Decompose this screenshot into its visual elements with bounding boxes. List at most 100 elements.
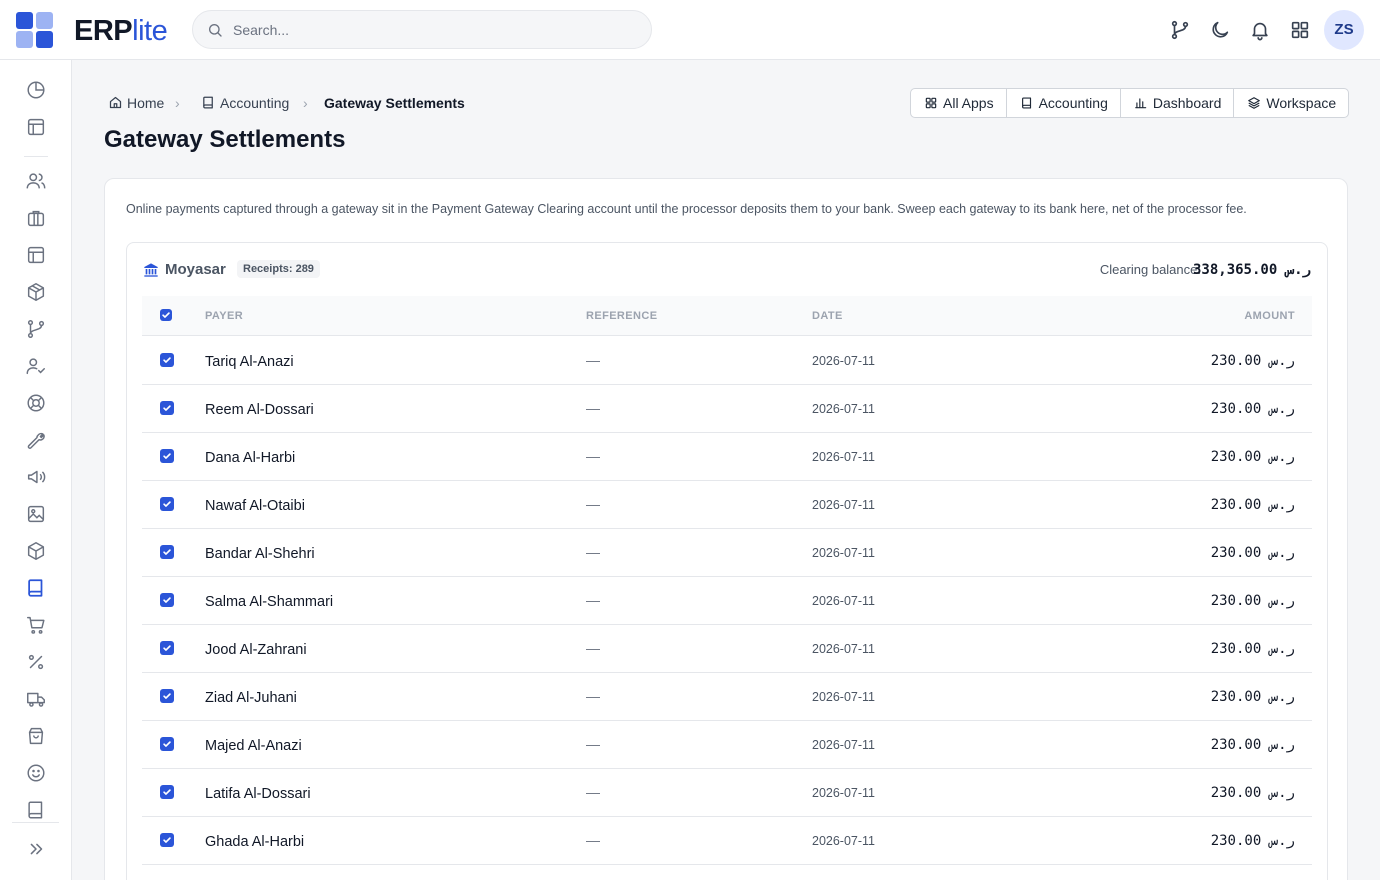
user-avatar[interactable]: ZS [1324,10,1364,50]
megaphone-icon[interactable] [25,466,47,488]
reference-cell: — [586,352,600,368]
payer-cell: Ziad Al-Juhani [205,690,297,706]
users-icon[interactable] [25,170,47,192]
smile-icon[interactable] [25,762,47,784]
box-icon[interactable] [25,540,47,562]
bell-icon[interactable] [1249,19,1271,41]
table-row[interactable]: Reem Al-Dossari — 2026-07-11 230.00 ر.س [142,385,1312,433]
git-branch-icon[interactable] [25,318,47,340]
search-box[interactable] [192,10,652,49]
row-checkbox[interactable] [160,833,174,847]
app-logo[interactable]: ERPlite [74,14,168,48]
table-row[interactable]: Nawaf Al-Otaibi — 2026-07-11 230.00 ر.س [142,481,1312,529]
date-cell: 2026-07-11 [812,498,876,512]
table-row[interactable]: Majed Al-Anazi — 2026-07-11 230.00 ر.س [142,721,1312,769]
dashboard-button[interactable]: Dashboard [1121,89,1235,117]
row-checkbox[interactable] [160,401,174,415]
clearing-balance-value: 338,365.00 ر.س [1192,262,1311,278]
row-checkbox[interactable] [160,737,174,751]
image-icon[interactable] [25,503,47,525]
amount-cell: 230.00 ر.س [1210,497,1295,513]
logo-light-text: lite [132,15,168,47]
row-checkbox[interactable] [160,353,174,367]
amount-cell: 230.00 ر.س [1210,833,1295,849]
reference-cell: — [586,736,600,752]
check-icon [163,357,171,363]
row-checkbox[interactable] [160,497,174,511]
table-icon[interactable] [25,244,47,266]
briefcase-icon[interactable] [25,207,47,229]
workspace-label: Workspace [1266,95,1337,111]
reference-cell: — [586,544,600,560]
sidebar-divider [12,822,59,823]
column-header-payer[interactable]: PAYER [205,309,243,323]
payer-cell: Nawaf Al-Otaibi [205,498,305,514]
logo-bold-text: ERP [74,15,133,47]
payer-cell: Jood Al-Zahrani [205,642,307,658]
moon-icon[interactable] [1209,19,1231,41]
breadcrumb-separator-icon: › [175,95,180,111]
truck-icon[interactable] [25,688,47,710]
chevrons-right-icon[interactable] [25,838,47,860]
cart-icon[interactable] [25,614,47,636]
percent-icon[interactable] [25,651,47,673]
date-cell: 2026-07-11 [812,834,876,848]
column-header-reference[interactable]: REFERENCE [586,309,657,323]
date-cell: 2026-07-11 [812,450,876,464]
amount-cell: 230.00 ر.س [1210,593,1295,609]
workspace-button[interactable]: Workspace [1234,89,1348,117]
layout-icon[interactable] [25,116,47,138]
check-icon [163,789,171,795]
date-cell: 2026-07-11 [812,546,876,560]
book-icon [1021,97,1031,109]
select-all-checkbox[interactable] [160,309,172,321]
git-branch-icon[interactable] [1169,19,1191,41]
table-row[interactable]: Salma Al-Shammari — 2026-07-11 230.00 ر.س [142,577,1312,625]
row-checkbox[interactable] [160,689,174,703]
accounting-button[interactable]: Accounting [1007,89,1121,117]
table-row[interactable]: Jood Al-Zahrani — 2026-07-11 230.00 ر.س [142,625,1312,673]
table-row[interactable]: Ziad Al-Juhani — 2026-07-11 230.00 ر.س [142,673,1312,721]
user-check-icon[interactable] [25,355,47,377]
table-row[interactable]: Latifa Al-Dossari — 2026-07-11 230.00 ر.س [142,769,1312,817]
gateway-name: Moyasar [165,261,226,278]
all-apps-button[interactable]: All Apps [911,89,1007,117]
reference-cell: — [586,784,600,800]
payer-cell: Salma Al-Shammari [205,594,334,610]
package-icon[interactable] [25,281,47,303]
accounting-label: Accounting [1038,95,1108,111]
shopping-bag-icon[interactable] [25,725,47,747]
row-checkbox[interactable] [160,449,174,463]
check-icon [163,549,171,555]
date-cell: 2026-07-11 [812,690,876,704]
table-row[interactable]: Bandar Al-Shehri — 2026-07-11 230.00 ر.س [142,529,1312,577]
table-row[interactable]: Dana Al-Harbi — 2026-07-11 230.00 ر.س [142,433,1312,481]
book-icon [203,96,213,109]
apps-grid-icon[interactable] [1289,19,1311,41]
life-buoy-icon[interactable] [25,392,47,414]
row-checkbox[interactable] [160,641,174,655]
reference-cell: — [586,448,600,464]
row-checkbox[interactable] [160,593,174,607]
grid-icon [925,97,937,109]
column-header-date[interactable]: DATE [812,309,843,323]
table-row[interactable]: Tariq Al-Anazi — 2026-07-11 230.00 ر.س [142,337,1312,385]
breadcrumb-separator-icon: › [303,95,308,111]
amount-cell: 230.00 ر.س [1210,449,1295,465]
reference-cell: — [586,832,600,848]
breadcrumb-label: Home [127,95,165,111]
logo-icon[interactable] [16,12,53,48]
pie-chart-icon[interactable] [25,79,47,101]
row-checkbox[interactable] [160,545,174,559]
column-header-amount[interactable]: AMOUNT [1244,309,1295,323]
table-row[interactable]: Ghada Al-Harbi — 2026-07-11 230.00 ر.س [142,817,1312,865]
breadcrumb-label: Accounting [220,95,290,111]
amount-cell: 230.00 ر.س [1210,641,1295,657]
notebook-icon[interactable] [25,799,47,821]
wrench-icon[interactable] [25,429,47,451]
settlements-card: Online payments captured through a gatew… [104,178,1348,880]
search-input[interactable] [233,19,633,41]
row-checkbox[interactable] [160,785,174,799]
book-icon[interactable] [25,577,47,599]
layers-icon [1248,97,1261,109]
